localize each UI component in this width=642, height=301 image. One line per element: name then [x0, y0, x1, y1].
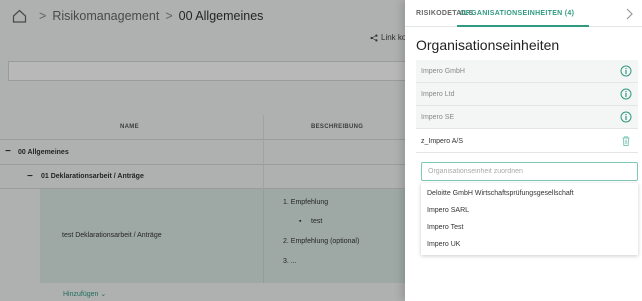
org-unit-name: Impero Ltd	[421, 91, 455, 98]
active-tab-indicator	[457, 25, 589, 27]
org-unit-item: Impero Ltd	[416, 83, 638, 106]
org-unit-options-dropdown: Deloitte GmbH Wirtschaftsprüfungsgesells…	[421, 183, 638, 255]
org-unit-item: z_Impero A/S	[416, 130, 638, 153]
page: > Risikomanagement > 00 Allgemeines Link…	[0, 0, 642, 301]
trash-icon[interactable]	[620, 135, 632, 147]
dropdown-option[interactable]: Impero UK	[427, 241, 460, 248]
chevron-right-icon[interactable]	[624, 7, 634, 21]
org-unit-name: z_Impero A/S	[421, 138, 464, 145]
info-icon[interactable]	[620, 88, 632, 100]
dropdown-option[interactable]: Deloitte GmbH Wirtschaftsprüfungsgesells…	[427, 190, 574, 197]
panel-title: Organisationseinheiten	[416, 37, 560, 53]
assign-org-unit-input[interactable]	[421, 162, 638, 181]
info-icon[interactable]	[620, 111, 632, 123]
org-unit-name: Impero SE	[421, 114, 455, 121]
info-icon[interactable]	[620, 65, 632, 77]
dropdown-option[interactable]: Impero SARL	[427, 207, 469, 214]
org-unit-name: Impero GmbH	[421, 68, 465, 75]
org-unit-item: Impero GmbH	[416, 60, 638, 83]
dropdown-option[interactable]: Impero Test	[427, 224, 463, 231]
tab-org-units[interactable]: ORGANISATIONSEINHEITEN (4)	[460, 10, 574, 17]
modal-backdrop[interactable]	[0, 0, 405, 301]
panel-tabs: RISIKODETAILS ORGANISATIONSEINHEITEN (4)	[405, 0, 642, 27]
side-panel: RISIKODETAILS ORGANISATIONSEINHEITEN (4)…	[405, 0, 642, 301]
org-unit-item: Impero SE	[416, 106, 638, 129]
